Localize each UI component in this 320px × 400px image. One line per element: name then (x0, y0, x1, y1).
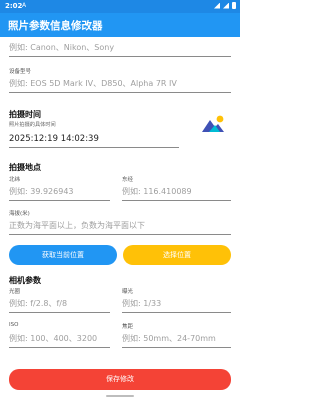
exposure-placeholder: 例如: 1/33 (122, 299, 162, 308)
home-indicator[interactable] (106, 395, 134, 397)
save-button[interactable]: 保存修改 (9, 369, 231, 390)
iso-placeholder: 例如: 100、400、3200 (9, 334, 98, 343)
focal-length-label: 焦距 (122, 324, 134, 330)
aperture-label: 光圈 (9, 289, 21, 295)
aperture-placeholder: 例如: f/2.8、f/8 (9, 299, 68, 308)
form-scroll-area[interactable]: 例如: Canon、Nikon、Sony 设备型号 例如: EOS 5D Mar… (0, 37, 240, 362)
signal-icon (223, 2, 229, 9)
brand-placeholder: 例如: Canon、Nikon、Sony (9, 43, 115, 52)
notification-icon: A (22, 2, 27, 9)
capture-time-hint: 照片拍摄的具体时间 (9, 122, 56, 128)
camera-params-title: 相机参数 (9, 276, 41, 285)
latitude-placeholder: 例如: 39.926943 (9, 187, 74, 196)
altitude-placeholder: 正数为海平面以上，负数为海平面以下 (9, 221, 145, 230)
longitude-label: 东经 (122, 177, 134, 183)
focal-length-input[interactable]: 例如: 50mm、24-70mm (122, 330, 231, 348)
status-icons (214, 2, 236, 9)
capture-time-title: 拍摄时间 (9, 110, 41, 119)
location-title: 拍摄地点 (9, 163, 41, 172)
model-label: 设备型号 (9, 69, 32, 75)
status-bar: 2:02 A (0, 0, 240, 13)
capture-time-input[interactable]: 2025:12:19 14:02:39 (9, 129, 179, 148)
battery-icon (232, 2, 236, 9)
model-input[interactable]: 例如: EOS 5D Mark IV、D850、Alpha 7R IV (9, 75, 231, 93)
model-placeholder: 例如: EOS 5D Mark IV、D850、Alpha 7R IV (9, 79, 177, 88)
exposure-input[interactable]: 例如: 1/33 (122, 295, 231, 313)
iso-input[interactable]: 例如: 100、400、3200 (9, 330, 110, 348)
status-time: 2:02 (5, 2, 23, 10)
get-location-button[interactable]: 获取当前位置 (9, 245, 117, 265)
choose-location-button[interactable]: 选择位置 (123, 245, 231, 265)
capture-time-value: 2025:12:19 14:02:39 (9, 134, 99, 144)
latitude-input[interactable]: 例如: 39.926943 (9, 183, 110, 201)
longitude-input[interactable]: 例如: 116.410089 (122, 183, 231, 201)
altitude-input[interactable]: 正数为海平面以上，负数为海平面以下 (9, 217, 231, 235)
brand-input[interactable]: 例如: Canon、Nikon、Sony (9, 39, 231, 57)
aperture-input[interactable]: 例如: f/2.8、f/8 (9, 295, 110, 313)
exposure-label: 曝光 (122, 289, 134, 295)
altitude-label: 海拔(米) (9, 211, 30, 217)
focal-length-placeholder: 例如: 50mm、24-70mm (122, 334, 216, 343)
app-bar: 照片参数信息修改器 (0, 13, 240, 37)
iso-label: ISO (9, 322, 19, 328)
image-icon[interactable] (200, 114, 226, 134)
longitude-placeholder: 例如: 116.410089 (122, 187, 192, 196)
app-title: 照片参数信息修改器 (8, 20, 103, 32)
wifi-icon (214, 2, 220, 9)
latitude-label: 北纬 (9, 177, 21, 183)
